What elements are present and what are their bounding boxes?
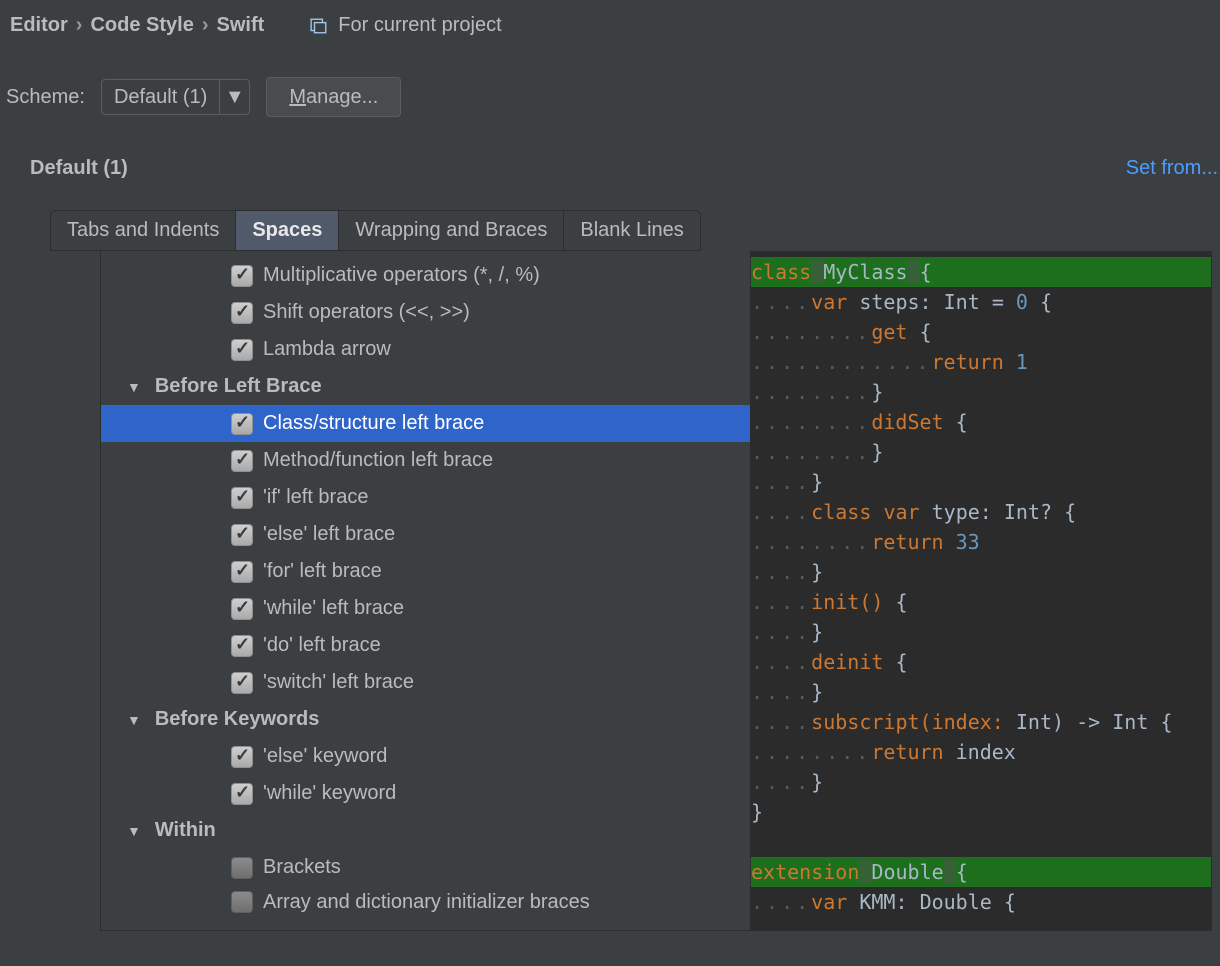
code-line: ....deinit { — [751, 647, 1211, 677]
code-line: ....} — [751, 557, 1211, 587]
options-tree[interactable]: Multiplicative operators (*, /, %) Shift… — [101, 251, 751, 930]
chevron-right-icon: › — [74, 14, 85, 37]
code-line: ........return index — [751, 737, 1211, 767]
option-for-left-brace[interactable]: 'for' left brace — [101, 553, 750, 590]
tab-tabs-indents[interactable]: Tabs and Indents — [51, 211, 236, 250]
breadcrumb-editor[interactable]: Editor — [10, 14, 68, 37]
option-else-left-brace[interactable]: 'else' left brace — [101, 516, 750, 553]
tab-wrapping-braces[interactable]: Wrapping and Braces — [339, 211, 564, 250]
option-shift-ops[interactable]: Shift operators (<<, >>) — [101, 294, 750, 331]
code-line: ....var KMM: Double { — [751, 887, 1211, 917]
code-preview: class MyClass { ....var steps: Int = 0 {… — [751, 251, 1211, 930]
code-line: ........return 33 — [751, 527, 1211, 557]
checkbox-icon[interactable] — [231, 265, 253, 287]
breadcrumb-codestyle[interactable]: Code Style — [90, 14, 193, 37]
code-line: ............return 1 — [751, 347, 1211, 377]
disclosure-down-icon[interactable]: ▼ — [127, 823, 141, 839]
option-array-dict-init-braces[interactable]: Array and dictionary initializer braces — [101, 886, 750, 918]
checkbox-icon[interactable] — [231, 561, 253, 583]
tab-blank-lines[interactable]: Blank Lines — [564, 211, 699, 250]
code-line: ........} — [751, 377, 1211, 407]
disclosure-down-icon[interactable]: ▼ — [127, 712, 141, 728]
option-else-keyword[interactable]: 'else' keyword — [101, 738, 750, 775]
project-scope-icon — [310, 17, 328, 35]
tab-spaces[interactable]: Spaces — [236, 211, 339, 250]
checkbox-icon[interactable] — [231, 857, 253, 879]
checkbox-icon[interactable] — [231, 672, 253, 694]
group-before-keywords[interactable]: ▼ Before Keywords — [101, 701, 750, 738]
code-line: ....init() { — [751, 587, 1211, 617]
code-line: ....var steps: Int = 0 { — [751, 287, 1211, 317]
code-line: ....class var type: Int? { — [751, 497, 1211, 527]
code-line: extension Double { — [751, 857, 1211, 887]
checkbox-icon[interactable] — [231, 524, 253, 546]
code-line: ....} — [751, 767, 1211, 797]
code-line: ....} — [751, 617, 1211, 647]
checkbox-icon[interactable] — [231, 598, 253, 620]
checkbox-icon[interactable] — [231, 487, 253, 509]
code-line: ....} — [751, 677, 1211, 707]
option-lambda-arrow[interactable]: Lambda arrow — [101, 331, 750, 368]
code-line: ....} — [751, 467, 1211, 497]
code-line: ........didSet { — [751, 407, 1211, 437]
option-if-left-brace[interactable]: 'if' left brace — [101, 479, 750, 516]
chevron-right-icon: › — [200, 14, 211, 37]
manage-label-rest: anage... — [306, 86, 378, 108]
checkbox-icon[interactable] — [231, 783, 253, 805]
code-line: ........} — [751, 437, 1211, 467]
breadcrumb-swift[interactable]: Swift — [216, 14, 264, 37]
checkbox-icon[interactable] — [231, 413, 253, 435]
checkbox-icon[interactable] — [231, 635, 253, 657]
scheme-value: Default (1) — [102, 86, 219, 109]
option-multiplicative-ops[interactable]: Multiplicative operators (*, /, %) — [101, 257, 750, 294]
option-brackets[interactable]: Brackets — [101, 849, 750, 886]
code-line: class MyClass { — [751, 257, 1211, 287]
code-line: ........get { — [751, 317, 1211, 347]
checkbox-icon[interactable] — [231, 302, 253, 324]
chevron-down-icon: ▼ — [219, 80, 249, 114]
group-within[interactable]: ▼ Within — [101, 812, 750, 849]
disclosure-down-icon[interactable]: ▼ — [127, 379, 141, 395]
checkbox-icon[interactable] — [231, 450, 253, 472]
scheme-label: Scheme: — [6, 86, 85, 109]
set-from-link[interactable]: Set from... — [1126, 157, 1220, 180]
manage-button[interactable]: Manage... — [266, 77, 401, 117]
code-line: } — [751, 797, 1211, 827]
option-switch-left-brace[interactable]: 'switch' left brace — [101, 664, 750, 701]
scope-label: For current project — [338, 14, 501, 37]
option-while-left-brace[interactable]: 'while' left brace — [101, 590, 750, 627]
option-while-keyword[interactable]: 'while' keyword — [101, 775, 750, 812]
code-line — [751, 827, 1211, 857]
breadcrumb: Editor › Code Style › Swift For current … — [0, 0, 1220, 37]
code-style-tabs: Tabs and Indents Spaces Wrapping and Bra… — [50, 210, 701, 251]
scheme-title: Default (1) — [30, 157, 128, 180]
checkbox-icon[interactable] — [231, 339, 253, 361]
option-method-function-left-brace[interactable]: Method/function left brace — [101, 442, 750, 479]
option-class-struct-left-brace[interactable]: Class/structure left brace — [101, 405, 750, 442]
checkbox-icon[interactable] — [231, 746, 253, 768]
code-line: ....subscript(index: Int) -> Int { — [751, 707, 1211, 737]
option-do-left-brace[interactable]: 'do' left brace — [101, 627, 750, 664]
checkbox-icon[interactable] — [231, 891, 253, 913]
scheme-select[interactable]: Default (1) ▼ — [101, 79, 250, 115]
group-before-left-brace[interactable]: ▼ Before Left Brace — [101, 368, 750, 405]
